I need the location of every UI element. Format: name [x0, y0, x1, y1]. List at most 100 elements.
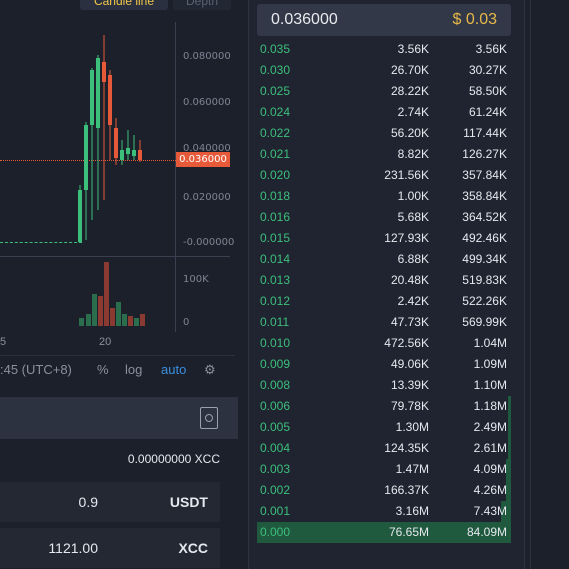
order-price: 0.015 [260, 231, 291, 245]
orderbook-row[interactable]: 0.015 127.93K 492.46K [257, 228, 511, 249]
order-price: 0.012 [260, 294, 291, 308]
order-price: 0.035 [260, 42, 291, 56]
order-total: 30.27K [468, 63, 507, 77]
order-total: 117.44K [463, 126, 507, 140]
orderbook-row[interactable]: 0.009 49.06K 1.09M [257, 354, 511, 375]
auto-toggle[interactable]: auto [161, 362, 186, 377]
order-total: 357.84K [462, 168, 507, 182]
orderbook-row[interactable]: 0.021 8.82K 126.27K [257, 144, 511, 165]
order-amount: 5.68K [397, 210, 429, 224]
orderbook-row[interactable]: 0.003 1.47M 4.09M [257, 459, 511, 480]
orderbook-row[interactable]: 0.006 79.78K 1.18M [257, 396, 511, 417]
order-total: 126.27K [462, 147, 507, 161]
order-amount: 8.82K [397, 147, 429, 161]
orderbook-row[interactable]: 0.012 2.42K 522.26K [257, 291, 511, 312]
order-price: 0.024 [260, 105, 291, 119]
orderbook-row[interactable]: 0.016 5.68K 364.52K [257, 207, 511, 228]
orderbook-row[interactable]: 0.005 1.30M 2.49M [257, 417, 511, 438]
order-price: 0.003 [260, 462, 291, 476]
order-total: 4.26M [473, 483, 507, 497]
order-price: 0.022 [260, 126, 291, 140]
orderbook-row[interactable]: 0.024 2.74K 61.24K [257, 102, 511, 123]
order-price: 0.030 [260, 63, 291, 77]
orderbook-row[interactable]: 0.008 13.39K 1.10M [257, 375, 511, 396]
amount-value[interactable]: 1121.00 [48, 540, 98, 556]
amount-unit: XCC [178, 540, 208, 556]
order-total: 58.50K [468, 84, 507, 98]
order-total: 358.84K [462, 189, 507, 203]
y-axis-label: 0.060000 [183, 97, 231, 108]
log-toggle[interactable]: log [125, 362, 142, 377]
orderbook-row[interactable]: 0.014 6.88K 499.34K [257, 249, 511, 270]
order-amount: 49.06K [390, 357, 429, 371]
order-price: 0.025 [260, 84, 291, 98]
order-total: 7.43M [473, 504, 507, 518]
candle-series [78, 35, 142, 242]
order-amount: 1.30M [395, 420, 429, 434]
order-amount: 166.37K [384, 483, 429, 497]
tab-depth[interactable]: Depth [173, 0, 231, 10]
order-total: 61.24K [468, 105, 507, 119]
order-total: 4.09M [473, 462, 507, 476]
order-amount: 26.70K [390, 63, 429, 77]
side-panel [530, 0, 569, 569]
volume-axis-label: 100K [183, 274, 209, 285]
order-price: 0.021 [260, 147, 291, 161]
order-total: 84.09M [466, 525, 507, 539]
orderbook-row[interactable]: 0.020 231.56K 357.84K [257, 165, 511, 186]
order-total: 2.49M [473, 420, 507, 434]
orderbook-row[interactable]: 0.010 472.56K 1.04M [257, 333, 511, 354]
orderbook-row[interactable]: 0.030 26.70K 30.27K [257, 60, 511, 81]
volume-bars [79, 262, 145, 326]
orderbook-row[interactable]: 0.025 28.22K 58.50K [257, 81, 511, 102]
order-total: 519.83K [462, 273, 507, 287]
price-field[interactable]: 0.9 USDT [0, 482, 220, 522]
order-amount: 127.93K [384, 231, 429, 245]
amount-field[interactable]: 1121.00 XCC [0, 528, 220, 568]
orderbook-row[interactable]: 0.022 56.20K 117.44K [257, 123, 511, 144]
calculator-icon[interactable] [200, 407, 218, 429]
order-price: 0.005 [260, 420, 291, 434]
price-value[interactable]: 0.9 [79, 494, 98, 510]
order-price: 0.010 [260, 336, 291, 350]
order-price: 0.009 [260, 357, 291, 371]
orderbook-row[interactable]: 0.013 20.48K 519.83K [257, 270, 511, 291]
order-total: 1.10M [473, 378, 507, 392]
order-total: 1.18M [473, 399, 507, 413]
order-amount: 231.56K [384, 168, 429, 182]
settings-gear-icon[interactable]: ⚙ [204, 362, 216, 378]
orderbook-row[interactable]: 0.018 1.00K 358.84K [257, 186, 511, 207]
last-price: 0.036000 [271, 11, 338, 28]
order-total: 499.34K [462, 252, 507, 266]
order-amount: 76.65M [388, 525, 429, 539]
orderbook-row[interactable]: 0.001 3.16M 7.43M [257, 501, 511, 522]
orderbook-row[interactable]: 0.011 47.73K 569.99K [257, 312, 511, 333]
order-price: 0.013 [260, 273, 291, 287]
order-price: 0.001 [260, 504, 291, 518]
order-total: 569.99K [462, 315, 507, 329]
order-amount: 3.56K [397, 42, 429, 56]
order-amount: 2.42K [397, 294, 429, 308]
orderbook-row[interactable]: 0.004 124.35K 2.61M [257, 438, 511, 459]
order-amount: 13.39K [390, 378, 429, 392]
last-price-usd: $ 0.03 [452, 11, 497, 28]
order-amount: 472.56K [384, 336, 429, 350]
orderbook-row[interactable]: 0.000 76.65M 84.09M [257, 522, 511, 543]
order-amount: 1.00K [397, 189, 429, 203]
percent-toggle[interactable]: % [97, 362, 109, 377]
chart-toolbar: :45 (UTC+8) % log auto ⚙ [0, 355, 235, 384]
order-price: 0.014 [260, 252, 291, 266]
price-unit: USDT [169, 494, 208, 510]
orderbook-row[interactable]: 0.002 166.37K 4.26M [257, 480, 511, 501]
order-amount: 2.74K [397, 105, 429, 119]
orderbook-row[interactable]: 0.035 3.56K 3.56K [257, 39, 511, 60]
order-amount: 79.78K [390, 399, 429, 413]
order-amount: 124.35K [384, 441, 429, 455]
timezone-label: :45 (UTC+8) [0, 362, 72, 377]
order-total: 492.46K [462, 231, 507, 245]
y-axis-label: 0.080000 [183, 51, 231, 62]
depth-bar [508, 417, 511, 438]
order-price: 0.016 [260, 210, 291, 224]
left-panel: Candle line Depth 0.080000 0.060000 0.04… [0, 0, 248, 569]
candlestick-chart[interactable]: Candle line Depth 0.080000 0.060000 0.04… [0, 0, 235, 385]
